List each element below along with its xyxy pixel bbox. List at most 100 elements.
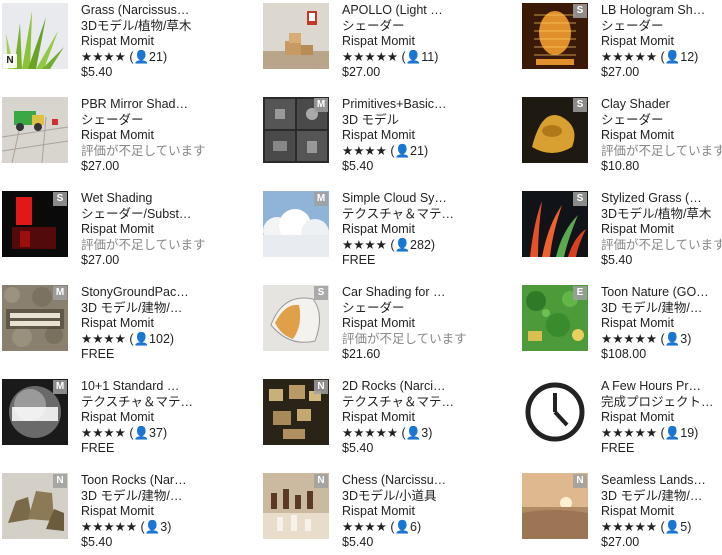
rating-stars: ★★★★ (342, 237, 387, 252)
asset-title[interactable]: Chess (Narcissu… (342, 473, 470, 489)
asset-thumbnail[interactable]: M (263, 191, 329, 257)
asset-publisher[interactable]: Rispat Momit (81, 410, 209, 426)
mirror-floor-image (2, 97, 68, 163)
asset-title[interactable]: Wet Shading (81, 191, 209, 207)
asset-title[interactable]: Stylized Grass (… (601, 191, 722, 207)
asset-card[interactable]: PBR Mirror Shad… シェーダー Rispat Momit 評価が不… (2, 97, 207, 177)
asset-publisher[interactable]: Rispat Momit (342, 34, 470, 50)
asset-thumbnail[interactable] (2, 97, 68, 163)
asset-publisher[interactable]: Rispat Momit (342, 128, 470, 144)
asset-category[interactable]: 3Dモデル/植物/草木 (601, 207, 722, 223)
review-count: (👤3) (140, 519, 172, 534)
asset-category[interactable]: シェーダー (601, 19, 722, 35)
asset-category[interactable]: シェーダー (601, 113, 722, 129)
asset-publisher[interactable]: Rispat Momit (601, 128, 722, 144)
asset-thumbnail[interactable] (522, 379, 588, 445)
asset-thumbnail[interactable] (263, 3, 329, 69)
asset-thumbnail[interactable]: S (522, 97, 588, 163)
asset-title[interactable]: PBR Mirror Shad… (81, 97, 209, 113)
asset-title[interactable]: APOLLO (Light … (342, 3, 470, 19)
asset-category[interactable]: 3D モデル/建物/… (81, 489, 209, 505)
asset-thumbnail[interactable]: S (263, 285, 329, 351)
asset-publisher[interactable]: Rispat Momit (81, 34, 209, 50)
asset-category[interactable]: テクスチャ＆マテ… (81, 395, 209, 411)
asset-thumbnail[interactable]: N (263, 473, 329, 539)
asset-publisher[interactable]: Rispat Momit (342, 222, 470, 238)
asset-title[interactable]: A Few Hours Pr… (601, 379, 722, 395)
asset-title[interactable]: LB Hologram Sh… (601, 3, 722, 19)
asset-publisher[interactable]: Rispat Momit (81, 222, 209, 238)
asset-card[interactable]: APOLLO (Light … シェーダー Rispat Momit ★★★★★… (263, 3, 468, 83)
asset-publisher[interactable]: Rispat Momit (81, 128, 209, 144)
asset-category[interactable]: 3Dモデル/小道具 (342, 489, 470, 505)
asset-card[interactable]: N Chess (Narcissu… 3Dモデル/小道具 Rispat Momi… (263, 473, 468, 553)
asset-thumbnail[interactable]: N (2, 3, 68, 69)
asset-category[interactable]: テクスチャ＆マテ… (342, 207, 470, 223)
asset-card[interactable]: S Wet Shading シェーダー/Subst… Rispat Momit … (2, 191, 207, 271)
asset-card[interactable]: S Stylized Grass (… 3Dモデル/植物/草木 Rispat M… (522, 191, 722, 271)
asset-category[interactable]: シェーダー (342, 19, 470, 35)
asset-thumbnail[interactable]: M (2, 285, 68, 351)
asset-title[interactable]: Primitives+Basic… (342, 97, 470, 113)
asset-publisher[interactable]: Rispat Momit (601, 316, 722, 332)
asset-publisher[interactable]: Rispat Momit (342, 504, 470, 520)
asset-card[interactable]: N Seamless Lands… 3D モデル/建物/… Rispat Mom… (522, 473, 722, 553)
asset-price: $5.40 (342, 159, 374, 173)
asset-card[interactable]: A Few Hours Pr… 完成プロジェクト… Rispat Momit ★… (522, 379, 722, 459)
asset-card[interactable]: M Simple Cloud Sy… テクスチャ＆マテ… Rispat Momi… (263, 191, 468, 271)
asset-thumbnail[interactable]: S (522, 3, 588, 69)
asset-publisher[interactable]: Rispat Momit (601, 410, 722, 426)
asset-title[interactable]: Toon Nature (GO… (601, 285, 722, 301)
asset-title[interactable]: Simple Cloud Sy… (342, 191, 470, 207)
asset-publisher[interactable]: Rispat Momit (601, 504, 722, 520)
asset-title[interactable]: 10+1 Standard … (81, 379, 209, 395)
asset-price: $5.40 (81, 65, 113, 79)
asset-category[interactable]: 3D モデル (342, 113, 470, 129)
asset-publisher[interactable]: Rispat Momit (342, 316, 470, 332)
asset-publisher[interactable]: Rispat Momit (81, 504, 209, 520)
asset-title[interactable]: Clay Shader (601, 97, 722, 113)
asset-publisher[interactable]: Rispat Momit (81, 316, 209, 332)
asset-card[interactable]: N Toon Rocks (Nar… 3D モデル/建物/… Rispat Mo… (2, 473, 207, 553)
asset-thumbnail[interactable]: N (2, 473, 68, 539)
asset-thumbnail[interactable]: N (522, 473, 588, 539)
asset-card[interactable]: M 10+1 Standard … テクスチャ＆マテ… Rispat Momit… (2, 379, 207, 459)
asset-thumbnail[interactable]: M (2, 379, 68, 445)
rating-stars: ★★★★ (342, 519, 387, 534)
asset-category[interactable]: 3D モデル/建物/… (601, 489, 722, 505)
asset-title[interactable]: 2D Rocks (Narci… (342, 379, 470, 395)
asset-card[interactable]: E Toon Nature (GO… 3D モデル/建物/… Rispat Mo… (522, 285, 722, 365)
asset-category[interactable]: 3Dモデル/植物/草木 (81, 19, 209, 35)
asset-category[interactable]: テクスチャ＆マテ… (342, 395, 470, 411)
badge-icon: M (53, 286, 67, 300)
asset-category[interactable]: 3D モデル/建物/… (601, 301, 722, 317)
asset-title[interactable]: Grass (Narcissus… (81, 3, 209, 19)
asset-thumbnail[interactable]: M (263, 97, 329, 163)
asset-category[interactable]: 3D モデル/建物/… (81, 301, 209, 317)
asset-publisher[interactable]: Rispat Momit (342, 410, 470, 426)
asset-thumbnail[interactable]: E (522, 285, 588, 351)
asset-category[interactable]: シェーダー (342, 301, 470, 317)
asset-thumbnail[interactable]: S (522, 191, 588, 257)
asset-publisher[interactable]: Rispat Momit (601, 34, 722, 50)
asset-card[interactable]: M Primitives+Basic… 3D モデル Rispat Momit … (263, 97, 468, 177)
asset-card[interactable]: M StonyGroundPac… 3D モデル/建物/… Rispat Mom… (2, 285, 207, 365)
asset-card[interactable]: S LB Hologram Sh… シェーダー Rispat Momit ★★★… (522, 3, 722, 83)
asset-category[interactable]: シェーダー (81, 113, 209, 129)
asset-card[interactable]: S Car Shading for … シェーダー Rispat Momit 評… (263, 285, 468, 365)
asset-category[interactable]: シェーダー/Subst… (81, 207, 209, 223)
rating-note: 評価が不足しています (601, 237, 722, 252)
rating: ★★★★★ (👤3) (81, 520, 209, 536)
asset-title[interactable]: Car Shading for … (342, 285, 470, 301)
badge-icon: M (53, 380, 67, 394)
asset-card[interactable]: N Grass (Narcissus… 3Dモデル/植物/草木 Rispat M… (2, 3, 207, 83)
asset-publisher[interactable]: Rispat Momit (601, 222, 722, 238)
asset-card[interactable]: N 2D Rocks (Narci… テクスチャ＆マテ… Rispat Momi… (263, 379, 468, 459)
asset-card[interactable]: S Clay Shader シェーダー Rispat Momit 評価が不足して… (522, 97, 722, 177)
asset-title[interactable]: Seamless Lands… (601, 473, 722, 489)
asset-title[interactable]: StonyGroundPac… (81, 285, 209, 301)
asset-thumbnail[interactable]: N (263, 379, 329, 445)
asset-thumbnail[interactable]: S (2, 191, 68, 257)
asset-title[interactable]: Toon Rocks (Nar… (81, 473, 209, 489)
asset-category[interactable]: 完成プロジェクト… (601, 395, 722, 411)
